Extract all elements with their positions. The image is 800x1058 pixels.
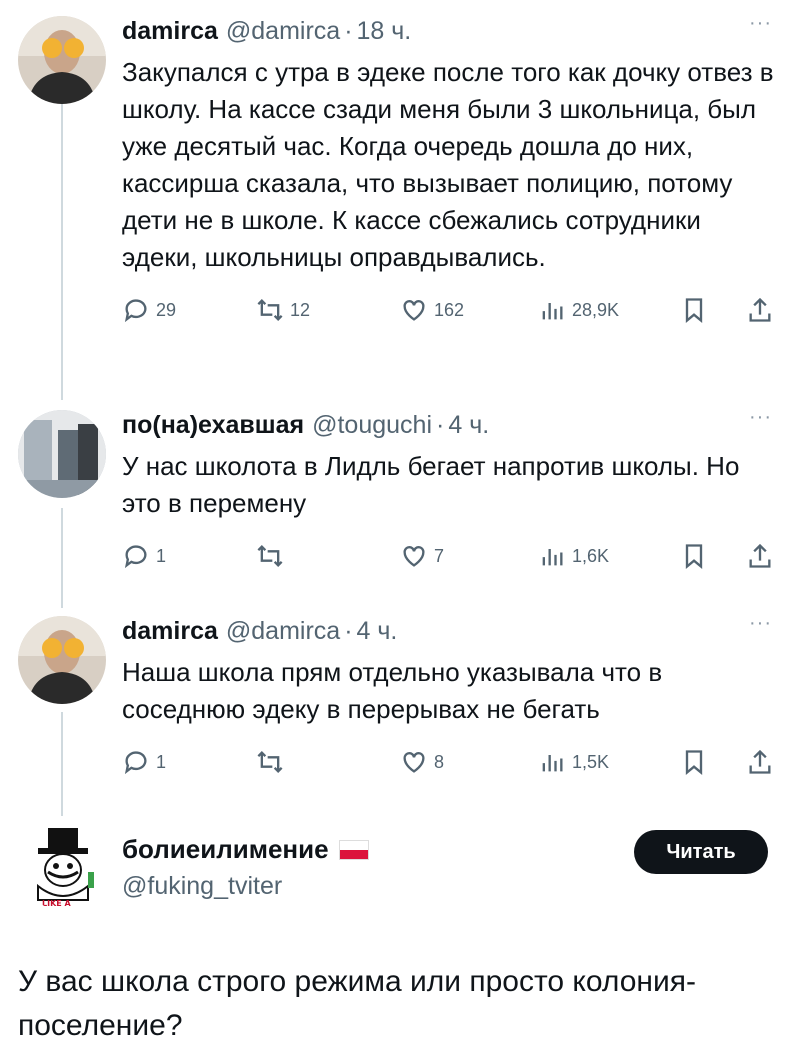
tweet-text: Наша школа прям отдельно указывала что в… [122,657,663,724]
handle[interactable]: @damirca [226,616,340,646]
retweet-button[interactable]: 12 [256,294,310,326]
share-button[interactable] [746,540,774,572]
bookmark-button[interactable] [680,746,708,778]
reply-button[interactable]: 1 [122,540,166,572]
main-tweet-header: LIKE A болиеилимение @fuking_tviter Чита… [0,820,800,920]
views-button[interactable]: 1,6K [538,540,609,572]
tweet-text: Закупался с утра в эдеке после того как … [122,57,774,272]
retweet-button[interactable] [256,746,290,778]
bookmark-button[interactable] [680,540,708,572]
avatar[interactable] [18,16,106,104]
more-icon[interactable]: ··· [749,406,772,429]
like-button[interactable]: 7 [400,540,444,572]
display-name-text: болиеилимение [122,834,329,864]
retweet-icon [257,751,283,773]
share-icon [749,297,771,322]
views-icon [542,549,563,566]
action-bar: 29 12 162 28,9K [122,294,776,334]
retweet-count: 12 [290,299,311,320]
share-button[interactable] [746,294,774,326]
heart-icon [403,752,425,773]
bookmark-icon [685,750,703,775]
action-bar: 1 7 1,6K [122,540,776,580]
more-icon[interactable]: ··· [749,12,772,35]
like-button[interactable]: 162 [400,294,464,326]
action-bar: 1 8 1,5K [122,746,776,786]
more-icon[interactable]: ··· [749,612,772,635]
separator-dot: · [436,411,445,439]
views-button[interactable]: 1,5K [538,746,609,778]
separator-dot: · [344,617,353,645]
bookmark-icon [685,544,703,569]
tweet-text: У нас школота в Лидль бегает напротив шк… [122,451,740,518]
share-button[interactable] [746,746,774,778]
timestamp[interactable]: 18 ч. [357,16,412,46]
reply-count: 29 [156,299,177,320]
avatar-badge-text: LIKE A [42,899,72,908]
like-button[interactable]: 8 [400,746,444,778]
reply-button[interactable]: 1 [122,746,166,778]
avatar[interactable]: LIKE A [18,820,108,910]
tweet-header: damirca @damirca · 4 ч. [122,616,776,646]
thread-line [61,508,63,608]
reply-icon [124,751,147,775]
poland-flag-icon [338,839,369,860]
display-name[interactable]: болиеилимение [122,834,369,865]
share-icon [749,749,771,774]
reply-icon [124,299,147,323]
thread-line [61,104,63,400]
views-count: 28,9K [572,299,620,320]
views-count: 1,6K [572,545,610,566]
reply-button[interactable]: 29 [122,294,176,326]
handle[interactable]: @fuking_tviter [122,872,282,901]
avatar[interactable] [18,616,106,704]
timestamp[interactable]: 4 ч. [448,410,489,440]
follow-button[interactable]: Читать [634,830,768,874]
display-name[interactable]: по(на)ехавшая [122,410,304,440]
heart-icon [403,546,425,567]
handle[interactable]: @touguchi [312,410,432,440]
like-count: 7 [434,545,445,566]
heart-icon [403,300,425,321]
display-name[interactable]: damirca [122,16,218,46]
reply-count: 1 [156,751,167,772]
main-tweet-text: У вас школа строго режима или просто кол… [18,965,696,1042]
display-name[interactable]: damirca [122,616,218,646]
views-button[interactable]: 28,9K [538,294,619,326]
reply-icon [124,545,147,569]
views-icon [542,303,563,320]
reply-count: 1 [156,545,167,566]
retweet-icon [257,545,283,567]
views-count: 1,5K [572,751,610,772]
like-count: 8 [434,751,445,772]
bookmark-icon [685,298,703,323]
avatar[interactable] [18,410,106,498]
separator-dot: · [344,17,353,45]
share-icon [749,543,771,568]
tweet-header: по(на)ехавшая @touguchi · 4 ч. [122,410,776,440]
handle[interactable]: @damirca [226,16,340,46]
timestamp[interactable]: 4 ч. [357,616,398,646]
views-icon [542,755,563,772]
like-count: 162 [434,299,465,320]
retweet-icon [257,299,283,321]
tweet-header: damirca @damirca · 18 ч. [122,16,776,46]
bookmark-button[interactable] [680,294,708,326]
thread-line [61,712,63,816]
retweet-button[interactable] [256,540,290,572]
